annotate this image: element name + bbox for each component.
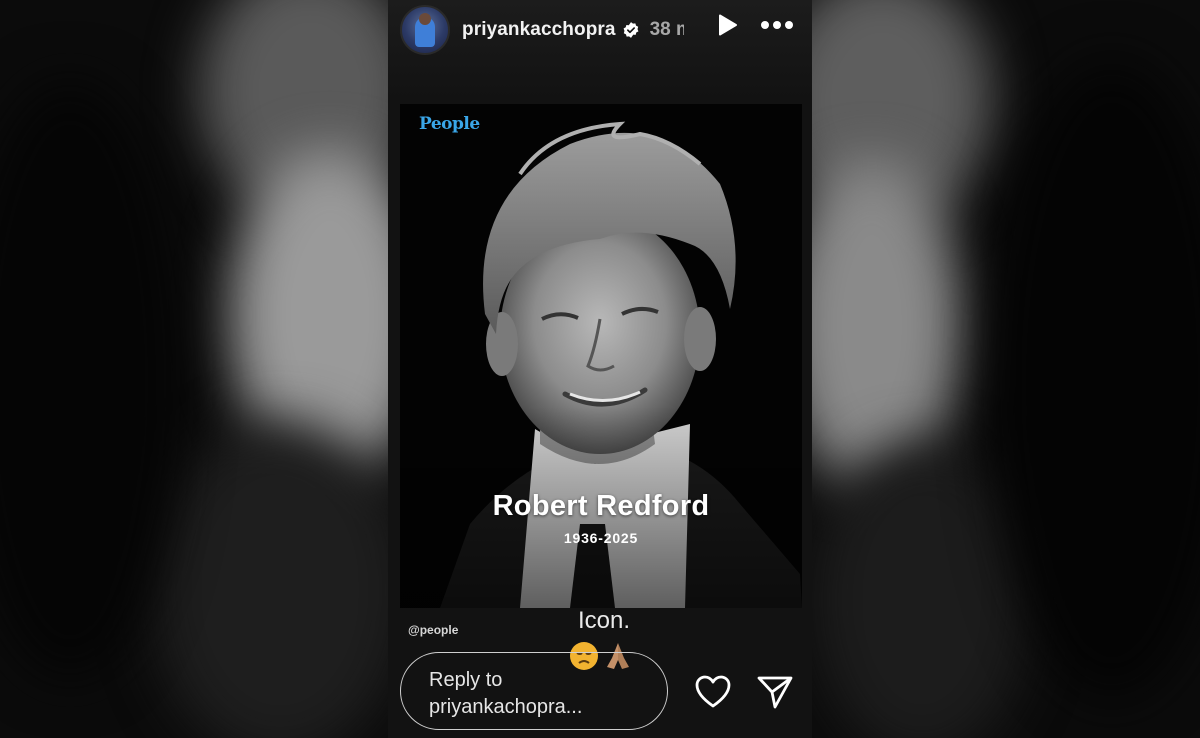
avatar[interactable] [400,5,450,55]
post-time: 38 m [649,19,684,40]
story-panel: priyankacchopra 38 m [388,0,812,738]
background-blur-left [0,0,388,738]
play-icon[interactable] [714,12,740,38]
story-header: priyankacchopra 38 m [400,5,802,55]
story-photo: People Robert Redford 1936-2025 [400,104,802,608]
more-icon[interactable] [760,12,794,38]
send-icon[interactable] [756,674,794,710]
story-viewer: priyankacchopra 38 m [0,0,1200,738]
background-blur-right [812,0,1200,738]
heart-icon[interactable] [694,674,732,710]
reply-input[interactable]: Reply to priyankachopra... [400,652,668,730]
people-logo: People [419,114,480,134]
verified-badge-icon [623,22,639,38]
username[interactable]: priyankacchopra [462,19,616,41]
caption-name: Robert Redford [492,490,710,522]
mention-tag[interactable]: @people [408,623,458,637]
caption-years: 1936-2025 [563,530,639,546]
story-text: Icon. [577,607,631,634]
